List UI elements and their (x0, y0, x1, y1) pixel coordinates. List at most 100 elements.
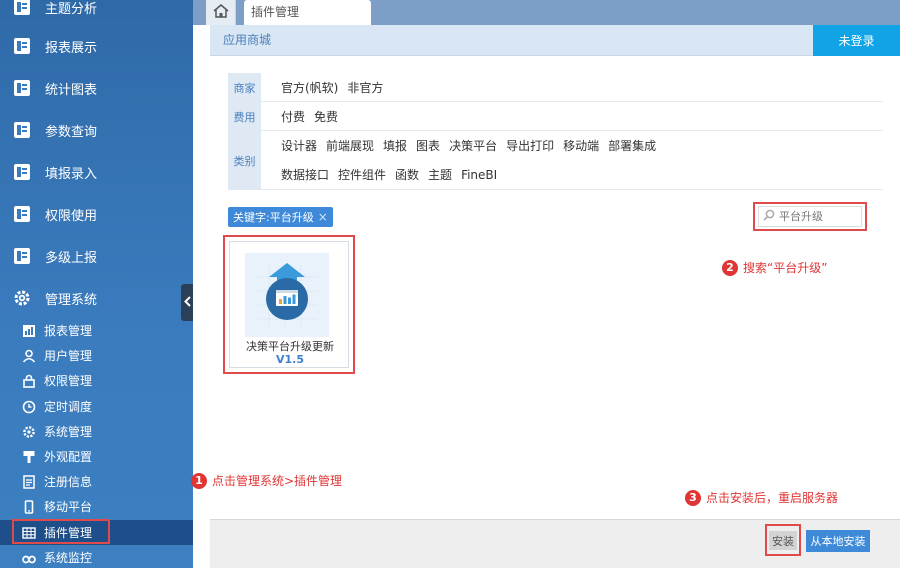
report-icon (13, 247, 31, 265)
step-number: 2 (722, 259, 738, 276)
search-icon (763, 209, 775, 224)
annotation-step-2: 2 搜索“平台升级” (722, 259, 827, 276)
filter-option[interactable]: FineBI (461, 168, 497, 182)
sidebar-item-label: 多级上报 (45, 250, 98, 266)
search-highlight (753, 202, 867, 231)
sidebar-collapse-button[interactable] (181, 284, 193, 321)
filter-option[interactable]: 设计器 (281, 137, 317, 154)
sidebar-item-appearance[interactable]: 外观配置 (0, 444, 193, 469)
filter-option[interactable]: 控件组件 (338, 166, 386, 183)
sidebar-item-permission-management[interactable]: 权限管理 (0, 368, 193, 393)
report-icon (13, 121, 31, 139)
app-store-header: 应用商城 未登录 (210, 25, 900, 56)
sidebar-item-label: 注册信息 (44, 475, 93, 489)
filter-option[interactable]: 主题 (428, 166, 452, 183)
plugin-management-highlight (12, 519, 110, 544)
sidebar-item-report-display[interactable]: 报表展示 (0, 25, 193, 67)
sidebar-item-scheduling[interactable]: 定时调度 (0, 394, 193, 419)
tab-plugin-management[interactable]: 插件管理 (244, 0, 371, 25)
sidebar-item-parameter-query[interactable]: 参数查询 (0, 109, 193, 151)
annotation-step-1: 1 点击管理系统>插件管理 (191, 472, 342, 489)
lock-icon (22, 374, 36, 388)
sidebar-item-label: 报表管理 (44, 324, 93, 338)
sidebar-item-label: 权限管理 (44, 374, 93, 388)
install-from-local-button[interactable]: 从本地安装 (806, 530, 870, 552)
filter-panel: 商家 官方(帆软) 非官方 费用 付费 免费 类别 设计器 前端展现 填报 图表… (228, 73, 883, 190)
sidebar-item-registration[interactable]: 注册信息 (0, 469, 193, 494)
binoculars-icon (22, 551, 36, 565)
filter-option[interactable]: 官方(帆软) (281, 79, 338, 96)
annotation-text: 点击安装后，重启服务器 (706, 491, 839, 505)
install-highlight: 安装 (765, 524, 801, 556)
report-icon (13, 205, 31, 223)
sidebar-item-label: 系统管理 (44, 425, 93, 439)
filter-option[interactable]: 填报 (383, 137, 407, 154)
report-icon (13, 37, 31, 55)
filter-row-fee: 付费 免费 (261, 102, 883, 131)
filter-option[interactable]: 移动端 (563, 137, 599, 154)
sidebar-item-multi-level-report[interactable]: 多级上报 (0, 235, 193, 277)
report-icon (13, 79, 31, 97)
sidebar: 主题分析 报表展示 统计图表 参数查询 填报录入 权限使用 多级上报 管理系统 … (0, 0, 193, 568)
chevron-left-icon (184, 295, 191, 310)
plugin-version: V1.5 (276, 353, 304, 366)
filter-option[interactable]: 导出打印 (506, 137, 554, 154)
filter-row-category-2: 数据接口 控件组件 函数 主题 FineBI (261, 160, 883, 190)
filter-option[interactable]: 函数 (395, 166, 419, 183)
sidebar-item-label: 用户管理 (44, 349, 93, 363)
filter-option[interactable]: 决策平台 (449, 137, 497, 154)
sidebar-item-label: 报表展示 (45, 40, 98, 56)
report-icon (13, 163, 31, 181)
login-button[interactable]: 未登录 (813, 25, 900, 56)
keyword-tag: 关键字:平台升级 × (228, 207, 333, 227)
keyword-tag-label: 关键字:平台升级 (233, 211, 314, 224)
search-input[interactable] (779, 210, 855, 223)
home-icon (212, 3, 230, 22)
sidebar-item-label: 权限使用 (45, 208, 98, 224)
sidebar-item-label: 统计图表 (45, 82, 98, 98)
install-button[interactable]: 安装 (769, 531, 797, 550)
tab-home[interactable] (206, 0, 236, 25)
sidebar-item-label: 定时调度 (44, 400, 93, 414)
filter-option[interactable]: 免费 (314, 108, 338, 125)
plugin-thumbnail (245, 253, 329, 337)
sidebar-item-statistics-chart[interactable]: 统计图表 (0, 67, 193, 109)
filter-option[interactable]: 图表 (416, 137, 440, 154)
sidebar-item-label: 管理系统 (45, 292, 98, 308)
sidebar-item-user-management[interactable]: 用户管理 (0, 343, 193, 368)
sidebar-item-form-entry[interactable]: 填报录入 (0, 151, 193, 193)
sidebar-item-permission-usage[interactable]: 权限使用 (0, 193, 193, 235)
filter-label-fee: 费用 (228, 102, 261, 131)
close-icon[interactable]: × (318, 210, 328, 224)
sidebar-item-label: 外观配置 (44, 450, 93, 464)
sidebar-item-label: 填报录入 (45, 166, 98, 182)
annotation-step-3: 3 点击安装后，重启服务器 (685, 489, 838, 506)
filter-option[interactable]: 前端展现 (326, 137, 374, 154)
plugin-card[interactable]: 决策平台升级更新 V1.5 (229, 241, 349, 368)
main-content: 应用商城 未登录 商家 官方(帆软) 非官方 费用 付费 免费 类别 设计器 前… (191, 25, 900, 568)
document-icon (22, 474, 36, 489)
gear-icon (13, 289, 31, 307)
sidebar-item-label: 参数查询 (45, 124, 98, 140)
sidebar-item-management-system[interactable]: 管理系统 (0, 277, 193, 319)
annotation-text: 搜索“平台升级” (743, 261, 828, 275)
sidebar-item-system-monitor[interactable]: 系统监控 (0, 545, 193, 568)
search-field (758, 206, 862, 227)
sidebar-item-topic-analysis[interactable]: 主题分析 (0, 0, 193, 28)
annotation-text: 点击管理系统>插件管理 (212, 474, 343, 488)
plugin-name: 决策平台升级更新 (246, 340, 334, 353)
report-icon (13, 0, 31, 16)
sidebar-item-report-management[interactable]: 报表管理 (0, 318, 193, 343)
gear-icon (22, 425, 36, 439)
filter-option[interactable]: 部署集成 (608, 137, 656, 154)
page-title: 应用商城 (223, 33, 272, 47)
sidebar-item-system-management[interactable]: 系统管理 (0, 419, 193, 444)
sidebar-item-label: 系统监控 (44, 551, 93, 565)
filter-option[interactable]: 付费 (281, 108, 305, 125)
filter-option[interactable]: 数据接口 (281, 166, 329, 183)
step-number: 3 (685, 489, 701, 506)
filter-option[interactable]: 非官方 (347, 79, 383, 96)
filter-label-category: 类别 (228, 131, 261, 190)
tab-label: 插件管理 (251, 5, 300, 19)
sidebar-item-mobile-platform[interactable]: 移动平台 (0, 494, 193, 519)
